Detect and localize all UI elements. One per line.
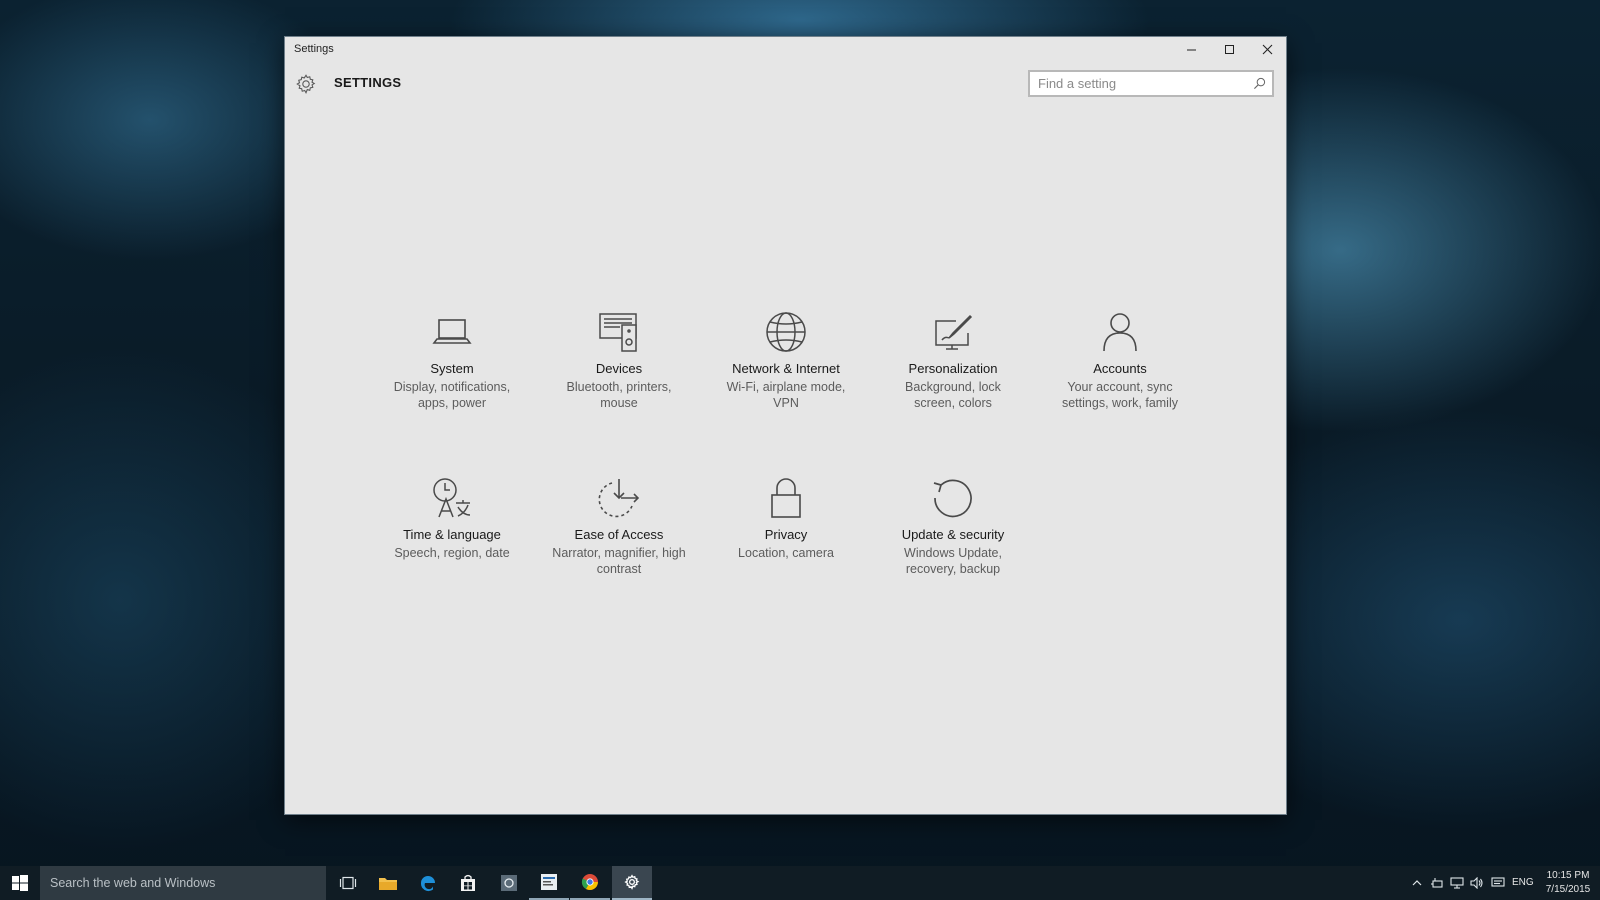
task-view-button[interactable] [328,866,368,900]
time-language-icon [433,478,471,518]
show-hidden-icons-button[interactable] [1408,866,1426,900]
tile-label: Accounts [1093,361,1147,376]
tile-label: Network & Internet [732,361,840,376]
devices-icon [599,313,637,352]
taskbar-chrome[interactable] [570,866,610,900]
tile-description: Speech, region, date [394,546,510,560]
tile-time-language[interactable]: Time & language Speech, region, date [382,475,522,561]
search-input[interactable] [1030,72,1240,95]
tile-label: Time & language [403,527,501,542]
windows-logo-icon [12,875,28,891]
ease-of-access-icon [598,479,640,518]
clock-time: 10:15 PM [1546,870,1590,881]
start-button[interactable] [0,866,40,900]
network-icon [1450,877,1464,889]
power-plug-icon [1431,878,1443,888]
page-title: SETTINGS [334,75,402,90]
tray-volume[interactable] [1468,866,1486,900]
store-bag-icon [461,874,475,891]
minimize-icon [1186,49,1196,51]
personalization-icon [935,314,973,350]
chrome-icon [581,874,598,891]
tile-description: Narrator, magnifier, high contrast [552,546,686,576]
tile-description: Your account, sync settings, work, famil… [1061,380,1178,410]
taskbar-settings[interactable] [612,866,652,900]
clock-date: 7/15/2015 [1545,884,1591,895]
tray-action-center[interactable] [1488,866,1508,900]
taskbar-store[interactable] [448,866,488,900]
gear-icon [296,74,316,94]
title-bar[interactable]: Settings [285,37,1286,62]
tile-update-security[interactable]: Update & security Windows Update, recove… [883,475,1023,577]
tile-description: Background, lock screen, colors [905,380,1001,410]
tile-devices[interactable]: Devices Bluetooth, printers, mouse [549,309,689,411]
taskbar-search-text: Search the web and Windows [50,876,216,890]
tile-label: Privacy [764,527,808,542]
taskbar: Search the web and Windows ENG 10:15 PM … [0,866,1600,900]
lock-icon [771,478,801,518]
settings-window: Settings SETTINGS Find a setting System … [285,37,1286,814]
minimize-button[interactable] [1172,37,1210,62]
tile-label: Devices [595,361,643,376]
tile-personalization[interactable]: Personalization Background, lock screen,… [883,309,1023,411]
search-box[interactable] [1028,70,1274,97]
globe-icon [766,312,806,352]
taskbar-edge[interactable] [408,866,448,900]
editor-icon [541,874,557,890]
maximize-button[interactable] [1210,37,1248,62]
tile-network-internet[interactable]: Network & Internet Wi-Fi, airplane mode,… [716,309,856,411]
folder-icon [379,878,397,890]
taskbar-file-explorer[interactable] [368,866,408,900]
tray-network[interactable] [1448,866,1466,900]
tray-power[interactable] [1428,866,1446,900]
gear-icon [624,874,640,890]
taskbar-app-camera[interactable] [489,866,529,900]
app-icon [501,875,517,891]
maximize-icon [1224,45,1234,54]
tile-accounts[interactable]: Accounts Your account, sync settings, wo… [1050,309,1190,411]
search-icon[interactable] [1253,77,1266,90]
tile-description: Bluetooth, printers, mouse [566,380,672,410]
tile-description: Display, notifications, apps, power [393,380,511,410]
tile-label: Ease of Access [574,527,664,542]
tile-description: Location, camera [738,546,834,560]
taskbar-app-editor[interactable] [529,866,569,900]
update-icon [933,479,972,518]
close-icon [1262,44,1272,55]
taskbar-search-box[interactable]: Search the web and Windows [40,866,326,900]
tile-label: Update & security [901,527,1005,542]
taskbar-clock[interactable]: 10:15 PM 7/15/2015 [1540,869,1596,897]
tile-description: Windows Update, recovery, backup [904,546,1002,576]
task-view-icon [339,876,357,890]
volume-icon [1470,877,1483,889]
edge-browser-icon [420,876,435,892]
tile-privacy[interactable]: Privacy Location, camera [716,475,856,561]
tile-label: Personalization [908,361,998,376]
tile-label: System [430,361,474,376]
tile-description: Wi-Fi, airplane mode, VPN [726,380,846,410]
laptop-icon [432,319,472,344]
chevron-up-icon [1412,880,1422,886]
tile-ease-of-access[interactable]: Ease of Access Narrator, magnifier, high… [549,475,689,577]
window-title: Settings [294,43,334,55]
action-center-icon [1491,877,1505,887]
person-icon [1103,313,1137,352]
tile-system[interactable]: System Display, notifications, apps, pow… [382,309,522,411]
close-button[interactable] [1248,37,1286,62]
language-indicator[interactable]: ENG [1512,877,1534,888]
